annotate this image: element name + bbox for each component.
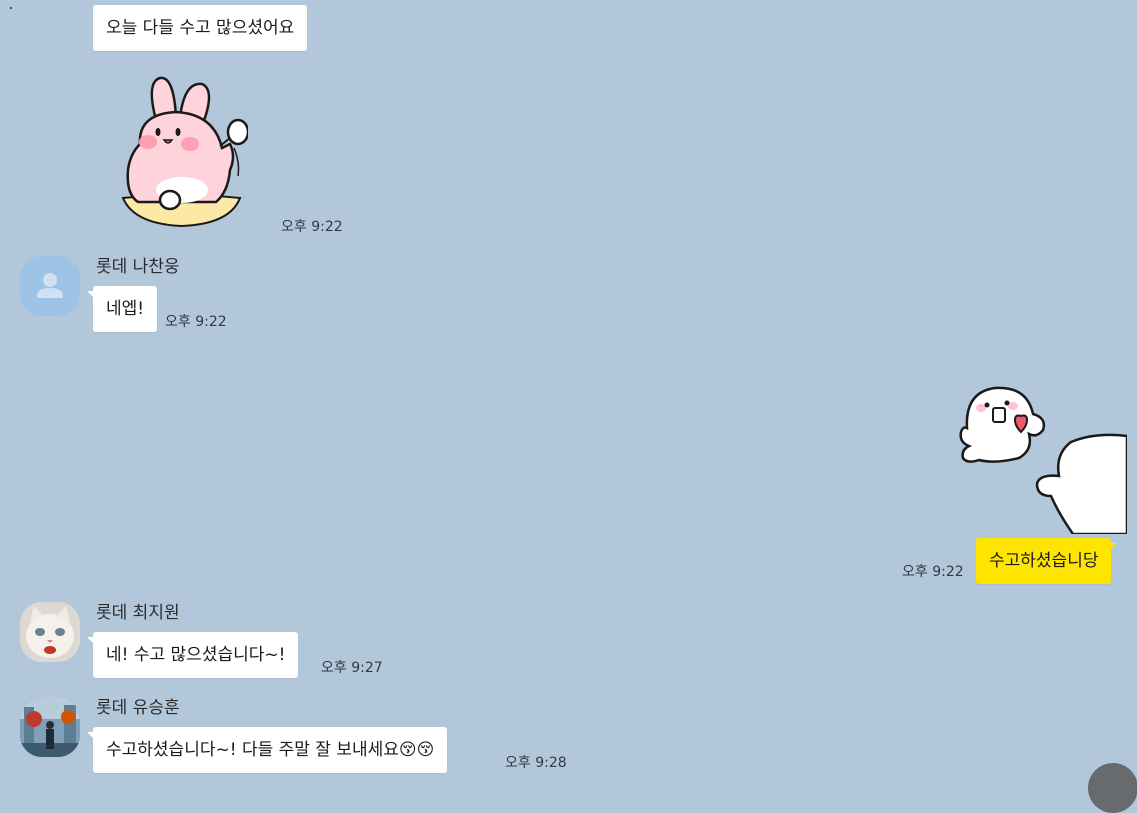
message-bubble[interactable]: 네! 수고 많으셨습니다~! bbox=[86, 632, 299, 678]
cat-photo bbox=[20, 602, 80, 662]
avatar[interactable] bbox=[20, 256, 80, 316]
seal-sticker[interactable] bbox=[955, 384, 1127, 534]
sender-name: 롯데 나찬웅 bbox=[96, 257, 180, 277]
chat-window: 오늘 다들 수고 많으셨어요 오후 9:22 롯데 나찬웅 네엡! 오후 9:2… bbox=[0, 0, 1137, 813]
message-bubble[interactable]: 네엡! bbox=[86, 286, 158, 332]
message-text: 네엡! bbox=[106, 299, 145, 319]
message-bubble[interactable]: 오늘 다들 수고 많으셨어요 bbox=[93, 5, 308, 51]
person-photo bbox=[20, 697, 80, 757]
message-text: 수고하셨습니다~! 다들 주말 잘 보내세요😚😚 bbox=[106, 740, 435, 760]
scroll-down-button[interactable] bbox=[1088, 763, 1137, 813]
indicator-dot bbox=[10, 7, 12, 9]
rabbit-sticker[interactable] bbox=[118, 74, 248, 228]
message-bubble[interactable]: 수고하셨습니다~! 다들 주말 잘 보내세요😚😚 bbox=[86, 727, 448, 773]
avatar[interactable] bbox=[20, 697, 80, 757]
message-text: 오늘 다들 수고 많으셨어요 bbox=[106, 18, 295, 38]
sender-name: 롯데 최지원 bbox=[96, 603, 180, 623]
person-icon bbox=[37, 273, 63, 298]
message-text: 네! 수고 많으셨습니다~! bbox=[106, 645, 286, 665]
message-time: 오후 9:22 bbox=[281, 219, 343, 235]
message-time: 오후 9:22 bbox=[902, 564, 964, 580]
sender-name: 롯데 유승훈 bbox=[96, 698, 180, 718]
my-message-bubble[interactable]: 수고하셨습니당 bbox=[976, 538, 1118, 584]
message-text: 수고하셨습니당 bbox=[989, 551, 1099, 571]
message-time: 오후 9:22 bbox=[165, 314, 227, 330]
avatar[interactable] bbox=[20, 602, 80, 662]
message-time: 오후 9:27 bbox=[321, 660, 383, 676]
message-time: 오후 9:28 bbox=[505, 755, 567, 771]
